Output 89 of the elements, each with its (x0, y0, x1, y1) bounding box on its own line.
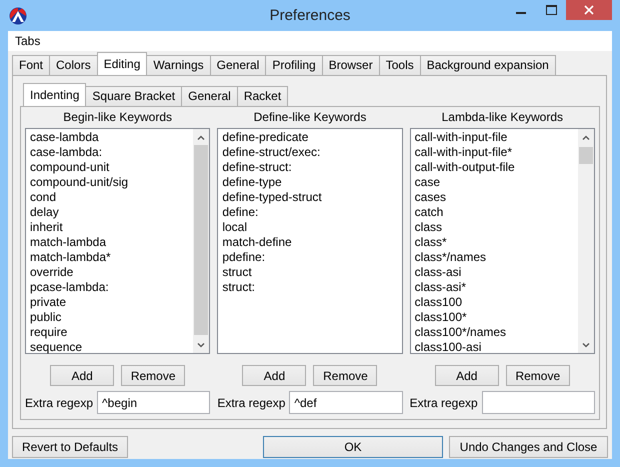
regexp-field[interactable]: ^begin (97, 391, 210, 414)
list-item[interactable]: case-lambda: (30, 145, 194, 160)
list-item[interactable]: local (222, 220, 402, 235)
list-item[interactable]: case (414, 175, 578, 190)
menu-item[interactable]: Tabs (14, 34, 42, 48)
tab[interactable]: Font (12, 55, 50, 75)
list-item[interactable]: pcase-lambda: (30, 280, 194, 295)
list-item[interactable]: struct (222, 265, 402, 280)
tab[interactable]: General (210, 55, 266, 75)
column-heading: Define-like Keywords (254, 110, 366, 124)
column-heading: Begin-like Keywords (63, 110, 172, 124)
remove-button[interactable]: Remove (313, 365, 378, 386)
list-item[interactable]: define-typed-struct (222, 190, 402, 205)
list-item[interactable]: define-predicate (222, 130, 402, 145)
list-item[interactable]: compound-unit/sig (30, 175, 194, 190)
list-item[interactable]: catch (414, 205, 578, 220)
window-title: Preferences (270, 7, 350, 24)
tab[interactable]: Square Bracket (85, 86, 182, 106)
field-label: Extra regexp (25, 396, 94, 410)
scrollbar-thumb[interactable] (194, 145, 208, 335)
list-item[interactable]: class (414, 220, 578, 235)
list-item[interactable]: inherit (30, 220, 194, 235)
tab[interactable]: Colors (49, 55, 98, 75)
keyword-list[interactable]: call-with-input-file call-with-input-file* call-with-output-file case cases catch class class* class*/names class-asi class-asi* class100 class100* class100*/names class100-asi (410, 128, 595, 354)
close-icon[interactable] (584, 5, 594, 15)
close-button[interactable] (566, 0, 612, 20)
scroll-down-icon[interactable] (197, 342, 206, 348)
regexp-field[interactable]: ^def (289, 391, 403, 414)
add-button[interactable]: Add (50, 365, 114, 386)
undo-close-button[interactable]: Undo Changes and Close (449, 436, 608, 458)
remove-button[interactable]: Remove (506, 365, 570, 386)
list-item[interactable]: private (30, 295, 194, 310)
list-item[interactable]: class* (414, 235, 578, 250)
list-item[interactable]: case-lambda (30, 130, 194, 145)
keyword-list[interactable]: case-lambda case-lambda: compound-unit compound-unit/sig cond delay inherit match-lambda match-lambda* override pcase-lambda: private public require sequence (25, 128, 210, 354)
regexp-field[interactable] (482, 391, 595, 414)
list-item[interactable]: match-define (222, 235, 402, 250)
list-item[interactable]: define-struct: (222, 160, 402, 175)
list-item[interactable]: pdefine: (222, 250, 402, 265)
tab[interactable]: General (181, 86, 238, 106)
list-item[interactable]: class-asi* (414, 280, 578, 295)
list-item[interactable]: public (30, 310, 194, 325)
revert-button[interactable]: Revert to Defaults (12, 436, 128, 458)
list-item[interactable]: class-asi (414, 265, 578, 280)
app-logo-icon (9, 6, 27, 24)
scrollbar[interactable] (193, 129, 210, 353)
tab[interactable]: Profiling (265, 55, 323, 75)
list-item[interactable]: compound-unit (30, 160, 194, 175)
list-item[interactable]: class100* (414, 310, 578, 325)
list-item[interactable]: require (30, 325, 194, 340)
list-item[interactable]: cond (30, 190, 194, 205)
column-heading: Lambda-like Keywords (442, 110, 564, 124)
list-item[interactable]: override (30, 265, 194, 280)
keyword-list[interactable]: define-predicate define-struct/exec: define-struct: define-type define-typed-struct define: local match-define pdefine: struct struct: (217, 128, 403, 354)
field-label: Extra regexp (217, 396, 286, 410)
list-item[interactable]: call-with-input-file* (414, 145, 578, 160)
field-label: Extra regexp (410, 396, 478, 410)
tab[interactable]: Browser (322, 55, 380, 75)
list-item[interactable]: class100-asi (414, 340, 578, 355)
list-item[interactable]: sequence (30, 340, 194, 355)
remove-button[interactable]: Remove (121, 365, 186, 386)
scrollbar-thumb[interactable] (578, 147, 593, 164)
list-item[interactable]: define-struct/exec: (222, 145, 402, 160)
tab[interactable]: Warnings (146, 55, 211, 75)
list-item[interactable]: cases (414, 190, 578, 205)
list-item[interactable]: class100 (414, 295, 578, 310)
add-button[interactable]: Add (434, 365, 499, 386)
scroll-down-icon[interactable] (582, 342, 590, 348)
list-item[interactable]: call-with-output-file (414, 160, 578, 175)
list-item[interactable]: define-type (222, 175, 402, 190)
tab[interactable]: Indenting (23, 83, 86, 106)
tab[interactable]: Background expansion (420, 55, 556, 75)
list-item[interactable]: define: (222, 205, 402, 220)
list-item[interactable]: match-lambda* (30, 250, 194, 265)
add-button[interactable]: Add (242, 365, 306, 386)
list-item[interactable]: class100*/names (414, 325, 578, 340)
list-item[interactable]: class*/names (414, 250, 578, 265)
tab[interactable]: Racket (236, 86, 288, 106)
tab[interactable]: Tools (378, 55, 421, 75)
list-item[interactable]: call-with-input-file (414, 130, 578, 145)
list-item[interactable]: match-lambda (30, 235, 194, 250)
tab[interactable]: Editing (96, 52, 148, 75)
ok-button[interactable]: OK (263, 436, 443, 458)
scrollbar[interactable] (578, 129, 594, 353)
list-item[interactable]: struct: (222, 280, 402, 295)
scroll-up-icon[interactable] (197, 134, 206, 140)
list-item[interactable]: delay (30, 205, 194, 220)
maximize-icon[interactable] (546, 5, 556, 15)
scroll-up-icon[interactable] (582, 134, 590, 140)
